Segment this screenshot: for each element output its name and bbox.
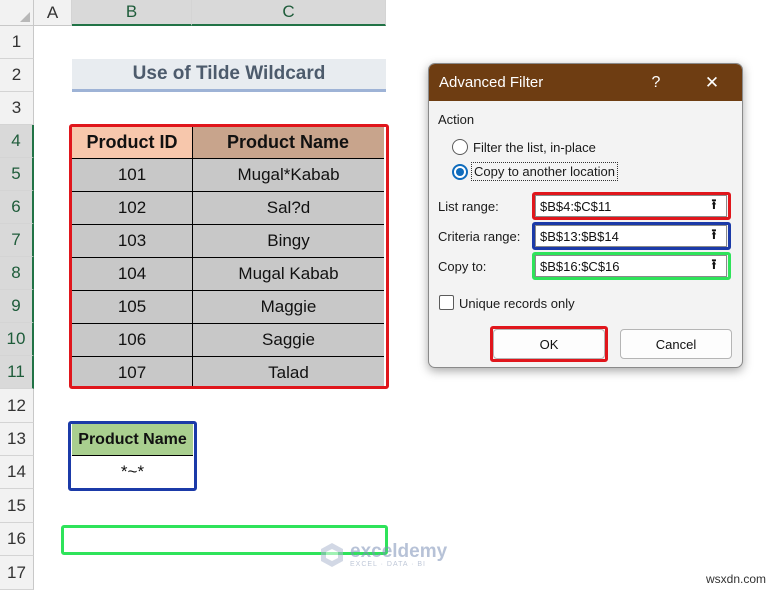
column-header-b[interactable]: B: [72, 0, 192, 26]
dialog-titlebar[interactable]: Advanced Filter ? ✕: [429, 64, 742, 101]
unique-records-label[interactable]: Unique records only: [459, 296, 575, 311]
row-header-3[interactable]: 3: [0, 92, 34, 125]
radio-copy-to-location-label[interactable]: Copy to another location: [471, 162, 618, 181]
row-header-5[interactable]: 5: [0, 158, 34, 191]
radio-copy-to-location[interactable]: [452, 164, 468, 180]
row-header-15[interactable]: 15: [0, 489, 34, 523]
watermark-name: exceldemy: [350, 540, 448, 562]
row-header-11[interactable]: 11: [0, 356, 34, 389]
copy-to-highlight: [532, 252, 731, 280]
row-header-10[interactable]: 10: [0, 323, 34, 356]
criteria-range-highlight: [532, 222, 731, 250]
list-range-highlight: [532, 192, 731, 220]
row-header-6[interactable]: 6: [0, 191, 34, 224]
close-button[interactable]: ✕: [692, 64, 732, 101]
row-header-9[interactable]: 9: [0, 290, 34, 323]
row-header-1[interactable]: 1: [0, 26, 34, 59]
dialog-title: Advanced Filter: [439, 74, 544, 91]
credit-text: wsxdn.com: [706, 572, 767, 586]
radio-filter-in-place[interactable]: [452, 139, 468, 155]
action-label: Action: [438, 112, 475, 127]
row-header-7[interactable]: 7: [0, 224, 34, 257]
list-range-frame: [69, 124, 389, 389]
radio-filter-in-place-label[interactable]: Filter the list, in-place: [473, 140, 596, 155]
select-all-corner[interactable]: [0, 0, 34, 26]
cancel-button[interactable]: Cancel: [620, 329, 732, 359]
criteria-range-frame: [68, 421, 197, 491]
ok-button-highlight: [490, 326, 608, 362]
row-header-2[interactable]: 2: [0, 59, 34, 92]
copy-to-label: Copy to:: [438, 259, 487, 274]
unique-records-checkbox[interactable]: [439, 295, 454, 310]
row-header-13[interactable]: 13: [0, 423, 34, 456]
sheet-title: Use of Tilde Wildcard: [72, 59, 386, 92]
row-header-16[interactable]: 16: [0, 523, 34, 556]
exceldemy-logo-icon: [321, 543, 343, 567]
row-header-8[interactable]: 8: [0, 257, 34, 290]
help-button[interactable]: ?: [636, 64, 676, 101]
list-range-label: List range:: [438, 199, 499, 214]
column-header-c[interactable]: C: [192, 0, 386, 26]
row-header-17[interactable]: 17: [0, 556, 34, 590]
advanced-filter-dialog: Advanced Filter ? ✕ Action Filter the li…: [428, 63, 743, 368]
criteria-range-label: Criteria range:: [438, 229, 521, 244]
row-header-14[interactable]: 14: [0, 456, 34, 489]
row-header-12[interactable]: 12: [0, 389, 34, 423]
column-header-a[interactable]: A: [34, 0, 72, 26]
row-header-4[interactable]: 4: [0, 125, 34, 158]
watermark-tagline: EXCEL · DATA · BI: [350, 560, 426, 568]
watermark: exceldemy EXCEL · DATA · BI: [318, 541, 447, 569]
